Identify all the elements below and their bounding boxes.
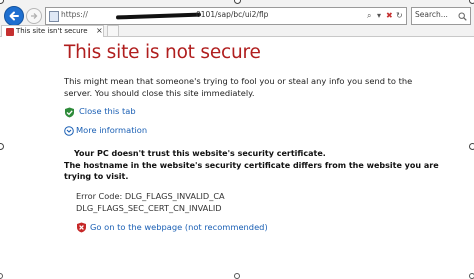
cert-warning-trust: Your PC doesn't trust this website's sec… [74, 149, 326, 158]
search-placeholder: Search... [415, 10, 448, 19]
chevron-circle-down-icon [64, 126, 74, 136]
close-icon[interactable]: × [96, 26, 103, 35]
tab-active[interactable]: This site isn't secure × [1, 25, 104, 37]
tab-title: This site isn't secure [16, 27, 88, 35]
selection-handle [469, 143, 474, 150]
red-shield-x-icon [77, 222, 86, 233]
selection-handle [469, 273, 474, 279]
error-code-2: DLG_FLAGS_SEC_CERT_CN_INVALID [76, 203, 222, 213]
address-path: 0101/sap/bc/ui2/flp [196, 10, 269, 19]
refresh-icon[interactable]: ↻ [396, 11, 403, 20]
cert-warning-hostname: The hostname in the website's security c… [64, 161, 439, 181]
browser-toolbar: https:// 0101/sap/bc/ui2/flp ⌕ ▾ ✖ ↻ Sea… [0, 0, 474, 37]
dropdown-icon[interactable]: ▾ [377, 11, 381, 20]
cert-error-icon[interactable]: ✖ [386, 11, 393, 20]
forward-arrow-icon [31, 13, 38, 19]
tab-favicon-icon [6, 28, 14, 36]
green-shield-check-icon [65, 107, 74, 118]
go-on-label: Go on to the webpage (not recommended) [90, 222, 268, 232]
close-tab-label: Close this tab [79, 106, 136, 116]
selection-handle [0, 273, 3, 279]
new-tab-button[interactable] [107, 25, 119, 37]
selection-handle [234, 273, 240, 279]
search-box[interactable]: Search... [411, 7, 471, 25]
search-icon [458, 12, 467, 21]
warning-description: This might mean that someone's trying to… [64, 76, 413, 98]
back-button[interactable] [4, 6, 24, 26]
selection-handle [0, 143, 4, 150]
address-bar[interactable]: https:// 0101/sap/bc/ui2/flp [45, 7, 407, 25]
address-scheme: https:// [61, 10, 88, 19]
search-dropdown-icon[interactable]: ⌕ [367, 11, 371, 21]
forward-button[interactable] [26, 8, 42, 24]
page-icon [49, 11, 59, 22]
redacted-host [115, 12, 202, 20]
selection-handle [469, 0, 474, 4]
back-arrow-icon [9, 11, 19, 21]
page-title: This site is not secure [64, 42, 261, 63]
error-code: Error Code: DLG_FLAGS_INVALID_CA [76, 191, 225, 201]
address-controls: ⌕ ▾ ✖ ↻ [362, 7, 407, 25]
more-information-label: More information [76, 125, 148, 135]
tab-strip: This site isn't secure × [0, 25, 474, 37]
